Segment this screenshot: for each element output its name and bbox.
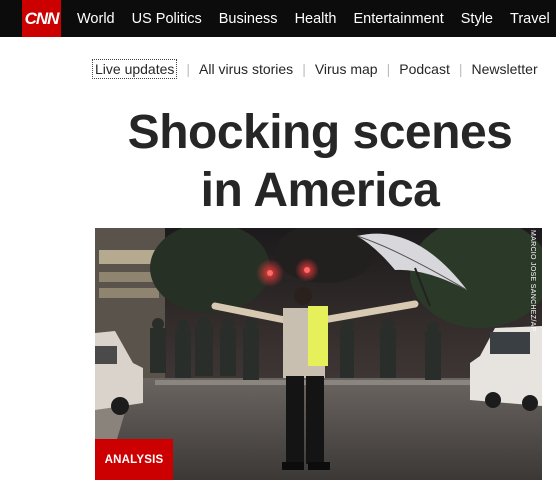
sub-nav: Live updates | All virus stories | Virus…	[92, 58, 538, 80]
subnav-item-podcast[interactable]: Podcast	[399, 61, 450, 77]
subnav-item-newsletter[interactable]: Newsletter	[471, 61, 537, 77]
subnav-item-all-virus-stories[interactable]: All virus stories	[199, 61, 293, 77]
photo-credit: MARCIO JOSE SANCHEZ/AP	[528, 230, 540, 332]
subnav-item-virus-map[interactable]: Virus map	[315, 61, 378, 77]
nav-item-entertainment[interactable]: Entertainment	[353, 11, 443, 27]
nav-item-travel[interactable]: Travel	[510, 11, 550, 27]
photo-credit-text: MARCIO JOSE SANCHEZ/AP	[529, 230, 536, 332]
headline-line-1: Shocking scenes	[127, 106, 513, 159]
nav-item-us-politics[interactable]: US Politics	[132, 11, 202, 27]
hero-photo[interactable]: MARCIO JOSE SANCHEZ/AP ANALYSIS	[95, 228, 542, 480]
nav-item-business[interactable]: Business	[219, 11, 278, 27]
analysis-badge[interactable]: ANALYSIS	[95, 439, 173, 480]
nav-item-style[interactable]: Style	[461, 11, 493, 27]
logo-text: CNN	[24, 8, 60, 28]
subnav-divider: |	[458, 61, 463, 77]
subnav-divider: |	[302, 61, 306, 77]
nav-item-health[interactable]: Health	[295, 11, 337, 27]
subnav-divider: |	[186, 61, 191, 77]
subnav-item-live-updates[interactable]: Live updates	[92, 59, 178, 79]
cnn-logo[interactable]: CNN	[22, 0, 61, 37]
subnav-divider: |	[386, 61, 391, 77]
nav-item-world[interactable]: World	[77, 11, 115, 27]
top-nav-bar: CNN World US Politics Business Health En…	[0, 0, 556, 37]
story-headline[interactable]: Shocking scenes in America	[95, 104, 545, 220]
headline-line-2: in America	[200, 164, 440, 217]
top-nav-links: World US Politics Business Health Entert…	[77, 0, 556, 37]
analysis-badge-label: ANALYSIS	[104, 453, 164, 466]
